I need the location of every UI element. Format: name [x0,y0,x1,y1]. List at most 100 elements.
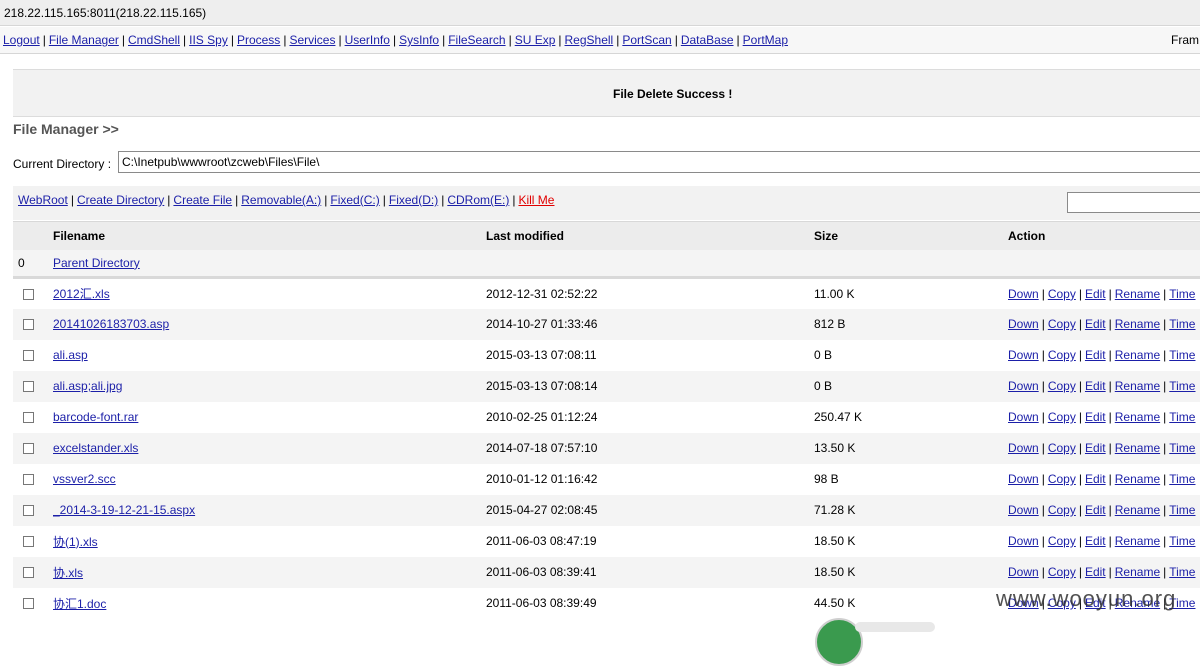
menu-item-userinfo[interactable]: UserInfo [345,33,390,47]
action-copy-link[interactable]: Copy [1048,287,1076,301]
action-rename-link[interactable]: Rename [1115,317,1160,331]
file-name-link[interactable]: 协(1).xls [53,535,98,549]
row-checkbox[interactable] [23,289,34,301]
file-name-link[interactable]: barcode-font.rar [53,410,138,424]
action-edit-link[interactable]: Edit [1085,379,1106,393]
search-input[interactable] [1067,192,1200,213]
action-down-link[interactable]: Down [1008,317,1039,331]
action-down-link[interactable]: Down [1008,410,1039,424]
drive-link-cdrom-e[interactable]: CDRom(E:) [447,193,509,207]
file-name-link[interactable]: 20141026183703.asp [53,317,169,331]
row-checkbox[interactable] [23,474,34,486]
file-name-link[interactable]: 协.xls [53,566,83,580]
drive-link-webroot[interactable]: WebRoot [18,193,68,207]
row-checkbox[interactable] [23,443,34,455]
action-time-link[interactable]: Time [1169,565,1195,579]
drive-link-create-file[interactable]: Create File [173,193,232,207]
menu-item-logout[interactable]: Logout [3,33,40,47]
drive-link-fixed-d[interactable]: Fixed(D:) [389,193,438,207]
action-rename-link[interactable]: Rename [1115,534,1160,548]
action-time-link[interactable]: Time [1169,348,1195,362]
action-time-link[interactable]: Time [1169,410,1195,424]
action-copy-link[interactable]: Copy [1048,348,1076,362]
drive-link-removable-a[interactable]: Removable(A:) [241,193,321,207]
action-time-link[interactable]: Time [1169,534,1195,548]
action-edit-link[interactable]: Edit [1085,472,1106,486]
action-rename-link[interactable]: Rename [1115,503,1160,517]
row-checkbox[interactable] [23,350,34,362]
action-rename-link[interactable]: Rename [1115,379,1160,393]
action-time-link[interactable]: Time [1169,472,1195,486]
drive-link-fixed-c[interactable]: Fixed(C:) [330,193,379,207]
separator: | [1041,503,1045,517]
separator: | [283,33,287,47]
menu-item-su-exp[interactable]: SU Exp [515,33,556,47]
file-name-link[interactable]: ali.asp [53,348,88,362]
menu-item-iis-spy[interactable]: IIS Spy [189,33,228,47]
action-down-link[interactable]: Down [1008,534,1039,548]
action-time-link[interactable]: Time [1169,287,1195,301]
file-modified: 2015-03-13 07:08:11 [486,348,597,362]
action-down-link[interactable]: Down [1008,287,1039,301]
action-copy-link[interactable]: Copy [1048,565,1076,579]
menu-item-filesearch[interactable]: FileSearch [448,33,505,47]
menu-item-services[interactable]: Services [289,33,335,47]
action-rename-link[interactable]: Rename [1115,441,1160,455]
action-down-link[interactable]: Down [1008,503,1039,517]
action-down-link[interactable]: Down [1008,348,1039,362]
action-edit-link[interactable]: Edit [1085,534,1106,548]
action-edit-link[interactable]: Edit [1085,287,1106,301]
action-down-link[interactable]: Down [1008,441,1039,455]
action-rename-link[interactable]: Rename [1115,565,1160,579]
row-checkbox[interactable] [23,567,34,579]
drive-link-create-directory[interactable]: Create Directory [77,193,164,207]
row-checkbox[interactable] [23,381,34,393]
action-rename-link[interactable]: Rename [1115,287,1160,301]
action-down-link[interactable]: Down [1008,472,1039,486]
menu-item-portscan[interactable]: PortScan [622,33,671,47]
action-edit-link[interactable]: Edit [1085,317,1106,331]
menu-item-database[interactable]: DataBase [681,33,734,47]
row-checkbox[interactable] [23,319,34,331]
row-checkbox[interactable] [23,536,34,548]
file-name-link[interactable]: 2012汇.xls [53,287,110,301]
action-copy-link[interactable]: Copy [1048,503,1076,517]
menu-item-process[interactable]: Process [237,33,280,47]
action-edit-link[interactable]: Edit [1085,441,1106,455]
menu-item-file-manager[interactable]: File Manager [49,33,119,47]
file-name-link[interactable]: excelstander.xls [53,441,138,455]
file-name-link[interactable]: ali.asp;ali.jpg [53,379,122,393]
action-time-link[interactable]: Time [1169,317,1195,331]
action-time-link[interactable]: Time [1169,503,1195,517]
action-rename-link[interactable]: Rename [1115,472,1160,486]
action-copy-link[interactable]: Copy [1048,472,1076,486]
action-time-link[interactable]: Time [1169,441,1195,455]
action-edit-link[interactable]: Edit [1085,503,1106,517]
action-copy-link[interactable]: Copy [1048,317,1076,331]
action-copy-link[interactable]: Copy [1048,410,1076,424]
row-checkbox[interactable] [23,505,34,517]
action-edit-link[interactable]: Edit [1085,348,1106,362]
action-rename-link[interactable]: Rename [1115,348,1160,362]
action-down-link[interactable]: Down [1008,379,1039,393]
file-name-link[interactable]: _2014-3-19-12-21-15.aspx [53,503,195,517]
action-down-link[interactable]: Down [1008,565,1039,579]
action-copy-link[interactable]: Copy [1048,441,1076,455]
action-copy-link[interactable]: Copy [1048,379,1076,393]
kill-me-link[interactable]: Kill Me [518,193,554,207]
file-name-link[interactable]: 协汇1.doc [53,597,106,611]
action-edit-link[interactable]: Edit [1085,410,1106,424]
action-time-link[interactable]: Time [1169,379,1195,393]
menu-item-cmdshell[interactable]: CmdShell [128,33,180,47]
parent-directory-link[interactable]: Parent Directory [53,256,140,270]
action-rename-link[interactable]: Rename [1115,410,1160,424]
menu-item-sysinfo[interactable]: SysInfo [399,33,439,47]
row-checkbox[interactable] [23,598,34,610]
menu-item-portmap[interactable]: PortMap [743,33,788,47]
action-copy-link[interactable]: Copy [1048,534,1076,548]
action-edit-link[interactable]: Edit [1085,565,1106,579]
row-checkbox[interactable] [23,412,34,424]
menu-item-regshell[interactable]: RegShell [565,33,614,47]
file-name-link[interactable]: vssver2.scc [53,472,116,486]
current-directory-input[interactable] [118,151,1200,173]
